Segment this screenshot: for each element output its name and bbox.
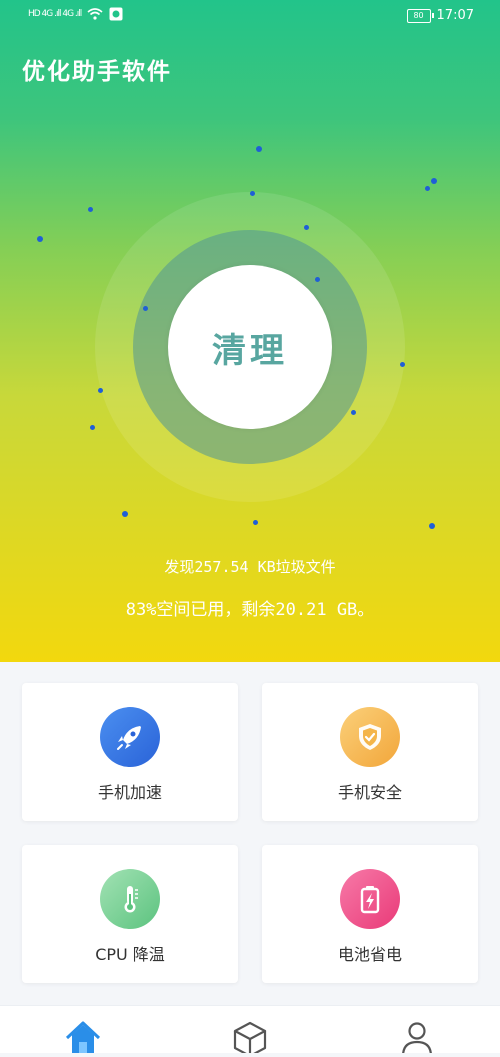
tab-home[interactable] bbox=[63, 1018, 103, 1053]
particle-dot bbox=[315, 277, 320, 282]
signal-indicators: HD 4G .ıll 4G .ıll bbox=[28, 9, 82, 19]
particle-dot bbox=[400, 362, 405, 367]
status-left: HD 4G .ıll 4G .ıll bbox=[28, 7, 123, 21]
particle-dot bbox=[429, 523, 435, 529]
clean-button[interactable]: 清理 bbox=[168, 265, 332, 429]
particle-dot bbox=[351, 410, 356, 415]
notification-app-icon bbox=[109, 7, 123, 21]
card-phone-security[interactable]: 手机安全 bbox=[262, 683, 478, 821]
card-battery-saver[interactable]: 电池省电 bbox=[262, 845, 478, 983]
box-icon bbox=[233, 1021, 267, 1057]
battery-icon: 80 bbox=[406, 8, 434, 23]
status-bar: HD 4G .ıll 4G .ıll 80 17:07 bbox=[0, 0, 500, 34]
tab-profile[interactable] bbox=[397, 1018, 437, 1057]
rocket-icon bbox=[100, 707, 160, 767]
particle-dot bbox=[143, 306, 148, 311]
user-icon bbox=[401, 1022, 433, 1057]
card-label: 手机加速 bbox=[97, 783, 162, 802]
tab-tools[interactable] bbox=[230, 1018, 270, 1057]
storage-usage-text: 83%空间已用，剩余20.21 GB。 bbox=[125, 600, 375, 620]
particle-dot bbox=[37, 236, 43, 242]
junk-found-text: 发现257.54 KB垃圾文件 bbox=[164, 558, 336, 576]
card-label: 电池省电 bbox=[337, 945, 402, 964]
particle-dot bbox=[90, 425, 95, 430]
particle-dot bbox=[425, 186, 430, 191]
particle-dot bbox=[122, 511, 128, 517]
particle-dot bbox=[98, 388, 103, 393]
particle-dot bbox=[88, 207, 93, 212]
hero-panel: HD 4G .ıll 4G .ıll 80 17:07 优化助手软件 清理 发现… bbox=[0, 0, 500, 662]
home-icon bbox=[65, 1021, 101, 1053]
status-time: 17:07 bbox=[436, 8, 474, 23]
particle-dot bbox=[304, 225, 309, 230]
wifi-icon bbox=[87, 8, 103, 20]
particle-dot bbox=[256, 146, 262, 152]
card-cpu-cooling[interactable]: CPU 降温 bbox=[22, 845, 238, 983]
bottom-tab-bar bbox=[0, 1005, 500, 1057]
particle-dot bbox=[250, 191, 255, 196]
thermometer-icon bbox=[100, 869, 160, 929]
particle-dot bbox=[431, 178, 437, 184]
card-label: CPU 降温 bbox=[95, 945, 165, 964]
battery-charge-icon bbox=[340, 869, 400, 929]
shield-icon bbox=[340, 707, 400, 767]
particle-dot bbox=[253, 520, 258, 525]
status-right: 80 17:07 bbox=[406, 8, 474, 23]
card-label: 手机安全 bbox=[337, 783, 402, 802]
app-title: 优化助手软件 bbox=[22, 59, 172, 85]
battery-level: 80 bbox=[413, 10, 424, 20]
card-phone-boost[interactable]: 手机加速 bbox=[22, 683, 238, 821]
